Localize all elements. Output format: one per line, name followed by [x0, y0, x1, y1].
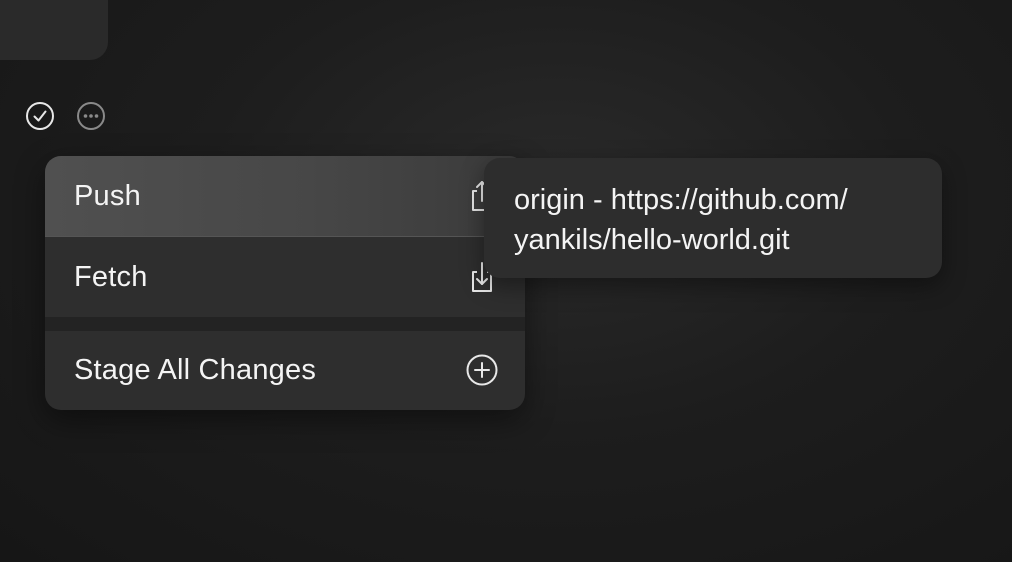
menu-item-label: Push: [74, 179, 141, 212]
top-left-panel: [0, 0, 108, 60]
menu-item-fetch[interactable]: Fetch: [45, 237, 525, 317]
menu-item-push[interactable]: Push: [45, 156, 525, 236]
menu-section-gap: [45, 317, 525, 331]
tooltip-line-1: origin - https://github.com/: [514, 184, 848, 216]
menu-item-stage-all-changes[interactable]: Stage All Changes: [45, 331, 525, 409]
menu-item-label: Stage All Changes: [74, 353, 317, 386]
tooltip-line-2: yankils/hello-world.git: [514, 224, 790, 256]
ellipsis-circle-icon[interactable]: [76, 101, 106, 131]
context-menu: Push Fetch Stage All Changes: [45, 156, 525, 410]
remote-url-tooltip: origin - https://github.com/ yankils/hel…: [484, 158, 942, 278]
checkmark-circle-icon[interactable]: [25, 101, 55, 131]
menu-item-label: Fetch: [74, 260, 148, 293]
plus-circle-icon: [465, 353, 499, 387]
